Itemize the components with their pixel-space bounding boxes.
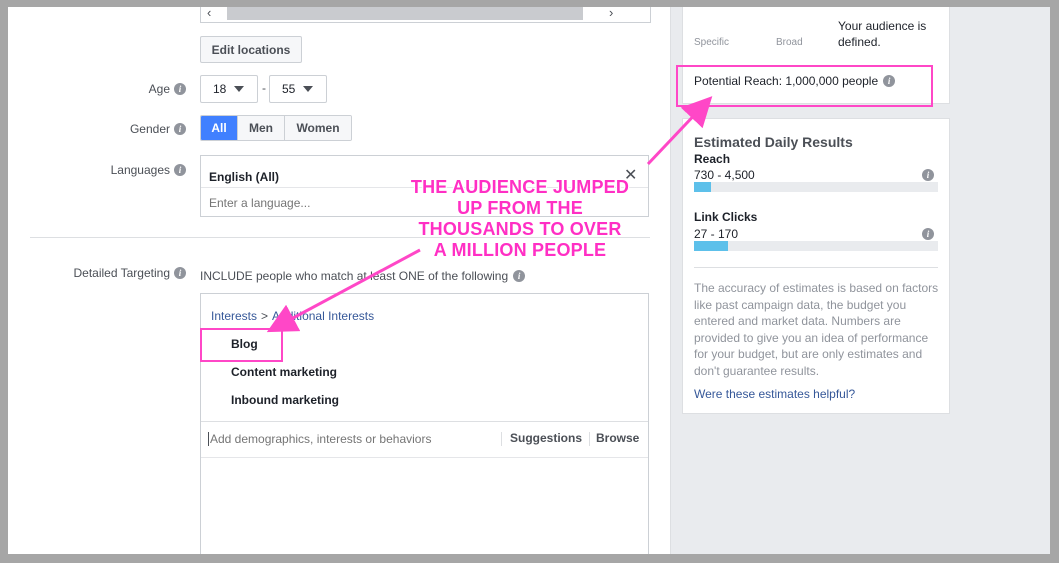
annotation-line-3: THOUSANDS TO OVER	[418, 219, 622, 239]
annotation-line-1: THE AUDIENCE JUMPED	[410, 177, 630, 197]
annotation-line-4: A MILLION PEOPLE	[433, 240, 607, 260]
screenshot-frame: ‹ › Edit locations Age i 18 - 55 Gender …	[8, 7, 1050, 554]
annotation-arrows	[266, 96, 713, 333]
annotation-text: THE AUDIENCE JUMPED UP FROM THE THOUSAND…	[400, 177, 640, 261]
annotation-line-2: UP FROM THE	[457, 198, 583, 218]
arrow-to-potential-reach	[646, 96, 713, 166]
arrow-to-blog	[266, 248, 421, 333]
